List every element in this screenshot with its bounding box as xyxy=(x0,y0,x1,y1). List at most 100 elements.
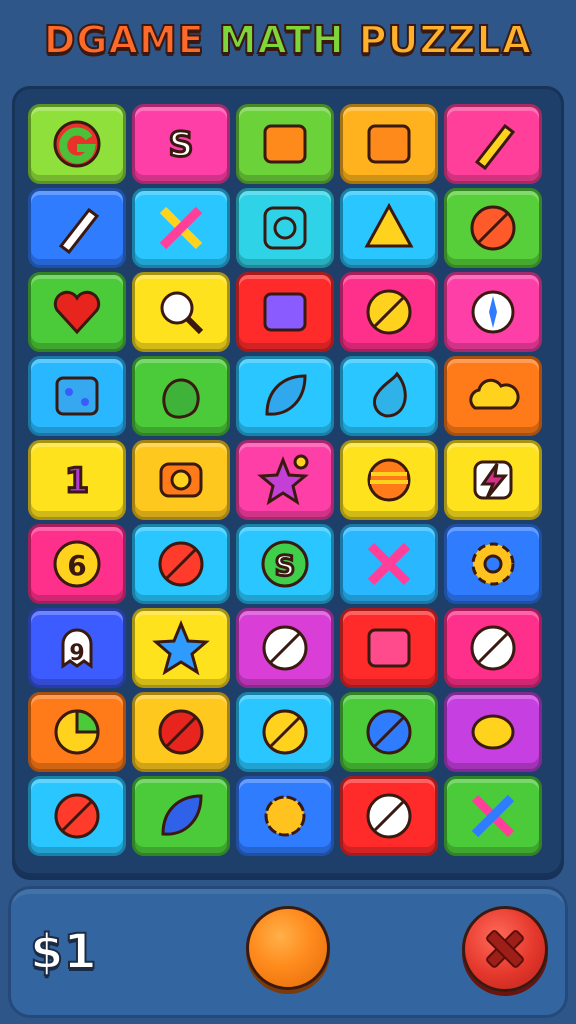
puzzle-tile[interactable] xyxy=(444,440,542,520)
green-blob-icon xyxy=(162,378,200,419)
cheese-icon xyxy=(55,376,99,416)
gear-icon xyxy=(471,542,515,586)
puzzle-tile[interactable] xyxy=(236,188,334,268)
music-card-icon xyxy=(263,292,307,332)
puzzle-tile[interactable] xyxy=(444,524,542,604)
title-word: MATH xyxy=(218,17,345,63)
puzzle-tile[interactable] xyxy=(444,104,542,184)
puzzle-board: S 1 6 S 9 xyxy=(12,86,564,876)
puzzle-tile[interactable] xyxy=(28,356,126,436)
puzzle-tile[interactable] xyxy=(132,776,230,856)
puzzle-tile[interactable] xyxy=(444,692,542,772)
puzzle-tile[interactable] xyxy=(132,356,230,436)
puzzle-tile[interactable] xyxy=(340,776,438,856)
s-badge-icon: S xyxy=(261,540,309,588)
tile-label: 6 xyxy=(67,549,86,582)
puzzle-tile[interactable] xyxy=(236,440,334,520)
puzzle-tile[interactable] xyxy=(340,104,438,184)
striped-ball-icon xyxy=(366,289,412,335)
close-button[interactable] xyxy=(462,906,548,992)
puzzle-tile[interactable] xyxy=(132,524,230,604)
s-letter-icon: S xyxy=(167,124,195,167)
ghost-icon: 9 xyxy=(61,628,93,669)
g-letter-icon xyxy=(53,120,101,168)
puzzle-tile[interactable] xyxy=(28,692,126,772)
tile-label: S xyxy=(169,125,194,165)
orange-action-button[interactable] xyxy=(246,906,330,990)
warning-triangle-icon xyxy=(364,202,414,248)
puzzle-tile[interactable] xyxy=(236,104,334,184)
rainbow-ball-icon xyxy=(262,709,308,755)
puzzle-tile[interactable] xyxy=(132,188,230,268)
puzzle-tile[interactable] xyxy=(340,440,438,520)
red-ball-icon xyxy=(158,709,204,755)
star-icon xyxy=(152,620,210,676)
leaf-icon xyxy=(265,374,307,416)
puzzle-tile[interactable] xyxy=(132,272,230,352)
puzzle-tile[interactable]: 6 xyxy=(28,524,126,604)
puzzle-tile[interactable] xyxy=(444,776,542,856)
puzzle-tile[interactable] xyxy=(444,272,542,352)
puzzle-tile[interactable] xyxy=(236,356,334,436)
rocket-icon xyxy=(58,207,100,255)
puzzle-tile[interactable] xyxy=(132,692,230,772)
puzzle-tile[interactable] xyxy=(340,608,438,688)
white-ball-icon xyxy=(366,793,412,839)
puzzle-tile[interactable] xyxy=(340,272,438,352)
striped-sun-icon xyxy=(367,458,411,502)
rocket-card-icon xyxy=(367,124,411,164)
flag-card-icon xyxy=(367,628,411,668)
pie-icon xyxy=(54,709,100,755)
heart-icon xyxy=(53,290,101,335)
puzzle-tile[interactable] xyxy=(132,440,230,520)
compass-icon xyxy=(471,290,515,334)
title-word: DGAME xyxy=(43,17,205,63)
star-pin-icon xyxy=(257,454,309,506)
crayon-icon xyxy=(474,123,516,171)
search-icon xyxy=(160,291,204,335)
puzzle-tile[interactable]: 9 xyxy=(28,608,126,688)
puzzle-tile[interactable] xyxy=(28,104,126,184)
puzzle-tile[interactable] xyxy=(236,608,334,688)
puzzle-tile[interactable] xyxy=(444,608,542,688)
title-word: PUZZLA xyxy=(358,17,533,63)
scissors-icon xyxy=(471,794,515,838)
spiral-icon xyxy=(263,206,307,250)
puzzle-tile[interactable]: 1 xyxy=(28,440,126,520)
puzzle-tile[interactable] xyxy=(236,692,334,772)
puzzle-tile[interactable] xyxy=(28,776,126,856)
puzzle-tile[interactable] xyxy=(132,608,230,688)
puzzle-tile[interactable] xyxy=(340,188,438,268)
blue-ball-icon xyxy=(366,709,412,755)
beach-ball-icon xyxy=(54,793,100,839)
game-title: DGAME MATH PUZZLA xyxy=(0,10,576,70)
puzzle-tile[interactable]: S xyxy=(132,104,230,184)
tile-label: 9 xyxy=(69,641,84,666)
puzzle-tile[interactable] xyxy=(340,524,438,604)
cloud-icon xyxy=(469,378,520,410)
six-coin-icon: 6 xyxy=(53,540,101,588)
orange-gear-box-icon xyxy=(263,124,307,164)
puzzle-tile[interactable] xyxy=(236,272,334,352)
cross-tools-icon xyxy=(367,542,411,586)
puzzle-tile[interactable] xyxy=(236,776,334,856)
puzzle-tile[interactable] xyxy=(444,188,542,268)
puzzle-tile[interactable] xyxy=(340,356,438,436)
yellow-flower-icon xyxy=(264,795,306,837)
close-icon xyxy=(486,930,524,968)
camera-icon xyxy=(159,462,203,498)
number-one-icon: 1 xyxy=(64,460,91,503)
lightning-icon xyxy=(473,460,513,500)
tile-label: 1 xyxy=(65,461,89,501)
puzzle-tile[interactable] xyxy=(340,692,438,772)
crossed-arrows-icon xyxy=(159,206,203,250)
lemon-icon xyxy=(471,714,515,750)
drop-icon xyxy=(372,371,407,418)
puzzle-tile[interactable]: S xyxy=(236,524,334,604)
heart-leaf-icon xyxy=(158,541,204,587)
tile-label: S xyxy=(275,549,295,582)
puzzle-tile[interactable] xyxy=(28,188,126,268)
slash-ball-icon xyxy=(262,625,308,671)
puzzle-tile[interactable] xyxy=(28,272,126,352)
puzzle-tile[interactable] xyxy=(444,356,542,436)
